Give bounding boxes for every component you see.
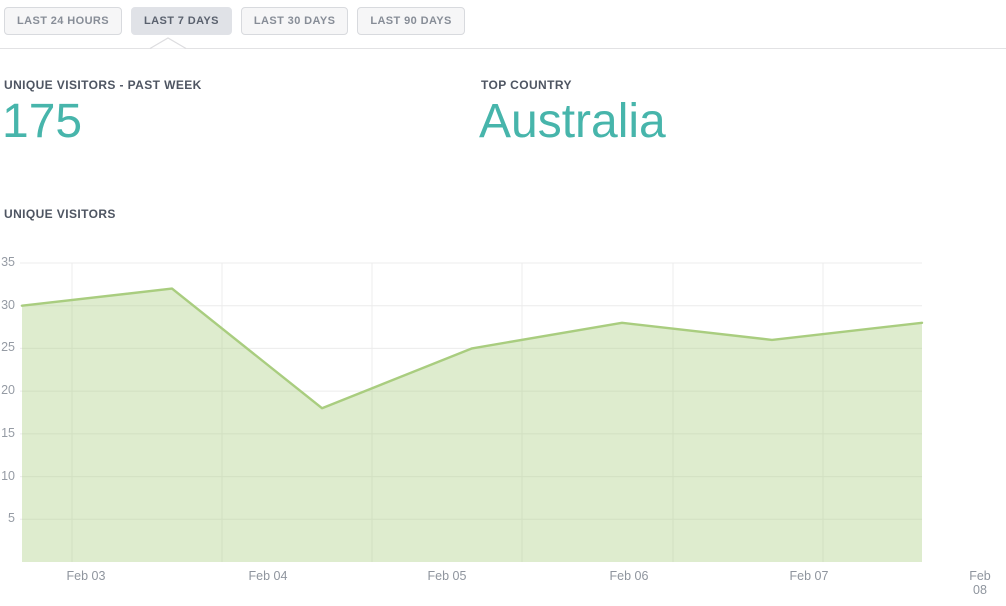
tab-last-24-hours[interactable]: LAST 24 HOURS [4, 7, 122, 35]
y-axis-label: 20 [0, 383, 15, 397]
selected-tab-notch-icon [149, 37, 189, 50]
tab-last-30-days[interactable]: LAST 30 DAYS [241, 7, 348, 35]
time-range-tabs: LAST 24 HOURS LAST 7 DAYS LAST 30 DAYS L… [4, 7, 465, 35]
tab-last-90-days[interactable]: LAST 90 DAYS [357, 7, 464, 35]
y-axis-label: 35 [0, 255, 15, 269]
chart-title: UNIQUE VISITORS [4, 207, 116, 221]
y-axis-label: 30 [0, 298, 15, 312]
y-axis-label: 10 [0, 469, 15, 483]
x-axis-label: Feb 04 [249, 569, 288, 583]
unique-visitors-chart: 5 10 15 20 25 30 35 Feb 03 Feb 04 Feb 05 Feb 06 Fe… [0, 250, 1006, 606]
unique-visitors-past-week-value: 175 [2, 98, 82, 146]
top-country-label: TOP COUNTRY [481, 78, 572, 92]
x-axis-label: Feb 06 [610, 569, 649, 583]
area-chart-canvas [0, 250, 1006, 566]
unique-visitors-past-week-label: UNIQUE VISITORS - PAST WEEK [4, 78, 202, 92]
tab-last-7-days[interactable]: LAST 7 DAYS [131, 7, 232, 35]
x-axis-label: Feb 07 [790, 569, 829, 583]
x-axis-label: Feb 08 [966, 569, 994, 598]
area-fill [22, 289, 922, 562]
y-axis-label: 15 [0, 426, 15, 440]
y-axis-label: 25 [0, 340, 15, 354]
x-axis-label: Feb 03 [67, 569, 106, 583]
y-axis-label: 5 [0, 511, 15, 525]
top-country-value: Australia [479, 98, 666, 146]
x-axis-label: Feb 05 [428, 569, 467, 583]
